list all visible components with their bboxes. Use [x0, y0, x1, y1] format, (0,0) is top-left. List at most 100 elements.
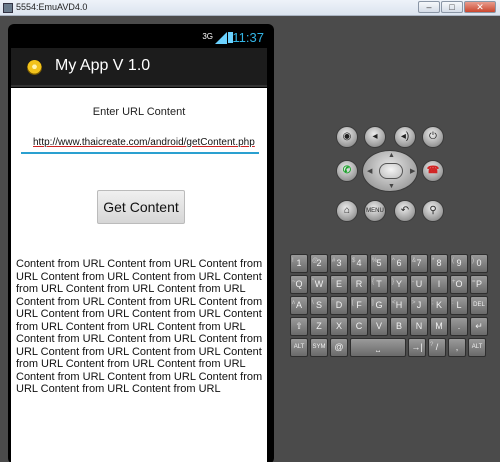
- key-R[interactable]: R: [350, 275, 368, 294]
- key-label: V: [375, 321, 382, 331]
- key-DEL[interactable]: DEL: [470, 296, 488, 315]
- key-C[interactable]: C: [350, 317, 368, 336]
- key-alt-label: @: [312, 258, 319, 264]
- key-↵[interactable]: ↵: [470, 317, 488, 336]
- back-icon[interactable]: ↶: [394, 200, 416, 222]
- key-.[interactable]: .: [450, 317, 468, 336]
- volume-down-icon[interactable]: ◂: [364, 126, 386, 148]
- key-label: 1: [296, 258, 302, 268]
- key-0[interactable]: ) 0: [470, 254, 488, 273]
- dpad[interactable]: ▲ ▼ ◀ ▶: [362, 150, 418, 192]
- key-alt-label: ): [472, 258, 474, 264]
- key-7[interactable]: & 7: [410, 254, 428, 273]
- key-Q[interactable]: ~ Q: [290, 275, 308, 294]
- key-E[interactable]: ´ E: [330, 275, 348, 294]
- app-content: Enter URL Content http://www.thaicreate.…: [11, 88, 267, 462]
- key-4[interactable]: $4: [350, 254, 368, 273]
- volume-up-icon[interactable]: ◂): [394, 126, 416, 148]
- key-label: ↵: [475, 321, 483, 331]
- end-call-icon[interactable]: ☎: [422, 160, 444, 182]
- key-label: 9: [456, 258, 462, 268]
- key-S[interactable]: \ S: [310, 296, 328, 315]
- key-alt-label: >: [412, 300, 416, 306]
- key-alt-label: ´: [332, 279, 334, 285]
- key-⎵[interactable]: ⎵: [350, 338, 406, 357]
- key-label: W: [314, 279, 324, 289]
- keyboard-row-4: ⇧ Z X C V B N M. ↵: [290, 317, 488, 337]
- key-I[interactable]: I: [430, 275, 448, 294]
- key-6[interactable]: ^ 6: [390, 254, 408, 273]
- dpad-left-icon[interactable]: ◀: [367, 167, 372, 175]
- window-controls: – □ ✕: [418, 1, 496, 13]
- key-1[interactable]: ! 1: [290, 254, 308, 273]
- home-icon[interactable]: ⌂: [336, 200, 358, 222]
- key-N[interactable]: N: [410, 317, 428, 336]
- search-icon[interactable]: ⚲: [422, 200, 444, 222]
- call-icon[interactable]: ✆: [336, 160, 358, 182]
- key-K[interactable]: ; K: [430, 296, 448, 315]
- key-SYM[interactable]: SYM: [310, 338, 328, 357]
- key-Y[interactable]: } Y: [390, 275, 408, 294]
- key-W[interactable]: " W: [310, 275, 328, 294]
- key-,[interactable]: ,: [448, 338, 466, 357]
- key-3[interactable]: #3: [330, 254, 348, 273]
- key-ALT[interactable]: ALT: [290, 338, 308, 357]
- camera-icon[interactable]: ◉: [336, 126, 358, 148]
- minimize-button[interactable]: –: [418, 1, 440, 13]
- key-alt-label: &: [412, 258, 417, 264]
- key-U[interactable]: -U: [410, 275, 428, 294]
- key-8[interactable]: * 8: [430, 254, 448, 273]
- key-5[interactable]: % 5: [370, 254, 388, 273]
- key-A[interactable]: ʌA: [290, 296, 308, 315]
- key-O[interactable]: + O: [450, 275, 468, 294]
- key-⇧[interactable]: ⇧: [290, 317, 308, 336]
- key-L[interactable]: :L: [450, 296, 468, 315]
- key-Z[interactable]: Z: [310, 317, 328, 336]
- dpad-up-icon[interactable]: ▲: [388, 152, 395, 159]
- menu-button[interactable]: MENU: [364, 200, 386, 222]
- app-launcher-icon: [27, 60, 42, 75]
- key-alt-label: $: [352, 258, 356, 264]
- key-label: M: [435, 321, 443, 331]
- power-icon[interactable]: ⏻: [422, 126, 444, 148]
- key-label: ⇧: [295, 321, 303, 331]
- key-label: S: [315, 300, 322, 310]
- key-P[interactable]: = P: [470, 275, 488, 294]
- key-B[interactable]: B: [390, 317, 408, 336]
- key-J[interactable]: > J: [410, 296, 428, 315]
- url-label: Enter URL Content: [92, 106, 186, 118]
- get-content-button[interactable]: Get Content: [97, 190, 185, 224]
- key-2[interactable]: @2: [310, 254, 328, 273]
- key-label: ,: [455, 342, 459, 352]
- window-title: 5554:EmuAVD4.0: [16, 2, 88, 12]
- key-V[interactable]: V: [370, 317, 388, 336]
- key-label: R: [355, 279, 363, 289]
- key-label: C: [355, 321, 363, 331]
- key-H[interactable]: < H: [390, 296, 408, 315]
- key-X[interactable]: X: [330, 317, 348, 336]
- key-alt-label: {: [372, 279, 375, 285]
- key-ALT[interactable]: ALT: [468, 338, 486, 357]
- status-time: 11:37: [232, 30, 264, 45]
- key-label: /: [435, 342, 439, 352]
- key-/[interactable]: ? /: [428, 338, 446, 357]
- key-@[interactable]: @: [330, 338, 348, 357]
- key-label: U: [415, 279, 423, 289]
- key-label: Z: [316, 321, 322, 331]
- key-M[interactable]: M: [430, 317, 448, 336]
- key-D[interactable]: ` D: [330, 296, 348, 315]
- key-→|[interactable]: →|: [408, 338, 426, 357]
- dpad-center-button[interactable]: [379, 163, 403, 179]
- app-title: My App V 1.0: [55, 57, 151, 74]
- key-F[interactable]: [F: [350, 296, 368, 315]
- key-T[interactable]: {T: [370, 275, 388, 294]
- key-alt-label: !: [292, 258, 294, 264]
- close-button[interactable]: ✕: [464, 1, 496, 13]
- dpad-right-icon[interactable]: ▶: [410, 167, 415, 175]
- result-text: Content from URL Content from URL Conten…: [16, 258, 263, 395]
- key-label: @: [334, 342, 344, 352]
- maximize-button[interactable]: □: [441, 1, 463, 13]
- key-9[interactable]: (9: [450, 254, 468, 273]
- dpad-down-icon[interactable]: ▼: [388, 183, 395, 190]
- key-G[interactable]: ] G: [370, 296, 388, 315]
